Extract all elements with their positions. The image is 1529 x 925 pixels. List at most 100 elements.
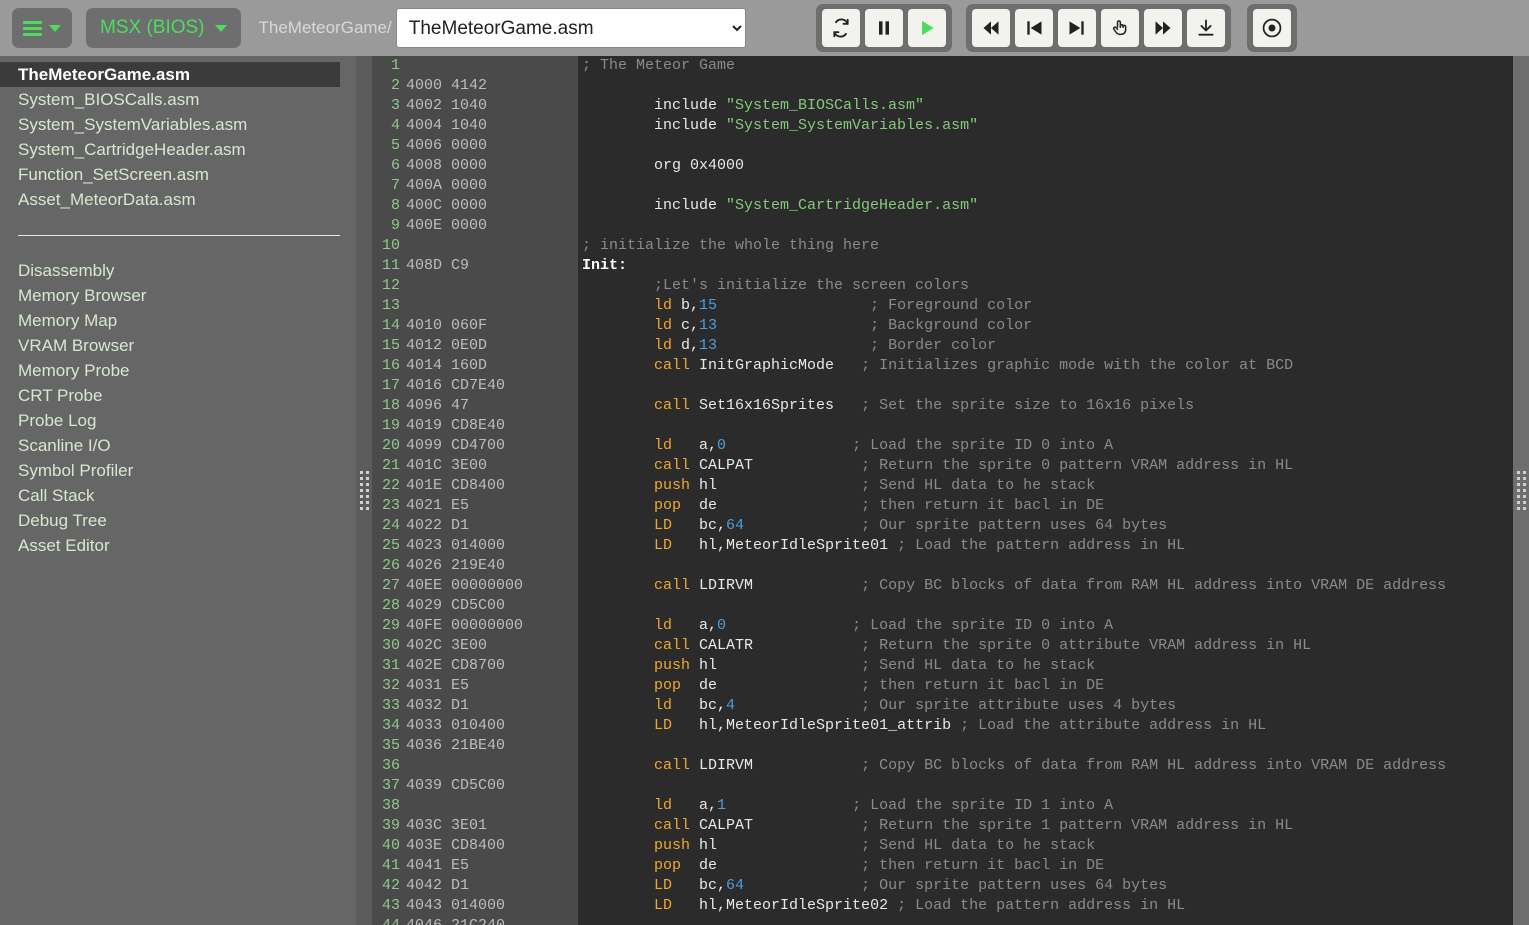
- code-token: "System_SystemVariables.asm": [726, 117, 979, 134]
- line-number: 36: [381, 757, 400, 774]
- code-line[interactable]: call LDIRVM ; Copy BC blocks of data fro…: [578, 576, 1513, 596]
- code-line[interactable]: [578, 176, 1513, 196]
- pause-button[interactable]: [864, 9, 903, 47]
- code-line[interactable]: [578, 416, 1513, 436]
- splitter-left[interactable]: [356, 56, 372, 925]
- code-token: ; Load the sprite ID 0 into A: [726, 617, 1114, 634]
- line-number: 31: [381, 657, 400, 674]
- fast-forward-button[interactable]: [1143, 9, 1182, 47]
- code-line[interactable]: push hl ; Send HL data to he stack: [578, 656, 1513, 676]
- code-line[interactable]: pop de ; then return it bacl in DE: [578, 856, 1513, 876]
- step-forward-button[interactable]: [1057, 9, 1096, 47]
- record-button[interactable]: [1252, 9, 1291, 47]
- code-line[interactable]: ld c,13 ; Background color: [578, 316, 1513, 336]
- code-line[interactable]: org 0x4000: [578, 156, 1513, 176]
- sidebar-tool-item[interactable]: Memory Map: [0, 308, 356, 333]
- reset-button[interactable]: [821, 9, 860, 47]
- line-number: 40: [381, 837, 400, 854]
- machine-code-address: 4039 CD5C00: [406, 777, 506, 794]
- sidebar-tool-item[interactable]: Disassembly: [0, 258, 356, 283]
- sidebar-tool-item[interactable]: Scanline I/O: [0, 433, 356, 458]
- code-line[interactable]: ;Let's initialize the screen colors: [578, 276, 1513, 296]
- code-line[interactable]: [578, 596, 1513, 616]
- sidebar-tool-item[interactable]: Memory Browser: [0, 283, 356, 308]
- sidebar-file-item[interactable]: System_SystemVariables.asm: [0, 112, 356, 137]
- line-number: 41: [381, 857, 400, 874]
- code-line[interactable]: [578, 776, 1513, 796]
- sidebar-tool-item[interactable]: Memory Probe: [0, 358, 356, 383]
- line-number: 14: [381, 317, 400, 334]
- sidebar-divider: [18, 235, 340, 236]
- code-line[interactable]: call CALATR ; Return the sprite 0 attrib…: [578, 636, 1513, 656]
- code-line[interactable]: push hl ; Send HL data to he stack: [578, 836, 1513, 856]
- code-line[interactable]: call Set16x16Sprites ; Set the sprite si…: [578, 396, 1513, 416]
- code-line[interactable]: include "System_SystemVariables.asm": [578, 116, 1513, 136]
- code-line[interactable]: ld a,0 ; Load the sprite ID 0 into A: [578, 436, 1513, 456]
- code-line[interactable]: Init:: [578, 256, 1513, 276]
- code-line[interactable]: ld a,1 ; Load the sprite ID 1 into A: [578, 796, 1513, 816]
- code-line[interactable]: call InitGraphicMode ; Initializes graph…: [578, 356, 1513, 376]
- line-number: 3: [390, 97, 400, 114]
- code-line[interactable]: LD hl,MeteorIdleSprite01_attrib ; Load t…: [578, 716, 1513, 736]
- code-token: ; Load the sprite ID 1 into A: [726, 797, 1114, 814]
- code-line[interactable]: ; initialize the whole thing here: [578, 236, 1513, 256]
- code-token: call: [654, 817, 691, 834]
- code-line[interactable]: LD bc,64 ; Our sprite pattern uses 64 by…: [578, 876, 1513, 896]
- code-line[interactable]: include "System_CartridgeHeader.asm": [578, 196, 1513, 216]
- code-line[interactable]: LD bc,64 ; Our sprite pattern uses 64 by…: [578, 516, 1513, 536]
- machine-code-address: 400C 0000: [406, 197, 488, 214]
- sidebar-tool-item[interactable]: Asset Editor: [0, 533, 356, 558]
- machine-selector-button[interactable]: MSX (BIOS): [86, 8, 241, 48]
- code-line[interactable]: [578, 76, 1513, 96]
- editor-gutter[interactable]: 1 2 4000 4142 3 4002 1040 4 4004 1040 5 4006 000…: [372, 56, 578, 925]
- code-line[interactable]: [578, 556, 1513, 576]
- sidebar-tool-item[interactable]: Probe Log: [0, 408, 356, 433]
- code-line[interactable]: [578, 136, 1513, 156]
- code-line[interactable]: push hl ; Send HL data to he stack: [578, 476, 1513, 496]
- code-editor[interactable]: ; The Meteor Game include "System_BIOSCa…: [578, 56, 1513, 925]
- code-line[interactable]: pop de ; then return it bacl in DE: [578, 676, 1513, 696]
- machine-code-address: 40FE 00000000: [406, 617, 524, 634]
- sidebar-tool-item[interactable]: Call Stack: [0, 483, 356, 508]
- code-line[interactable]: ld a,0 ; Load the sprite ID 0 into A: [578, 616, 1513, 636]
- rewind-button[interactable]: [971, 9, 1010, 47]
- main-menu-button[interactable]: [12, 8, 72, 48]
- code-line[interactable]: call CALPAT ; Return the sprite 1 patter…: [578, 816, 1513, 836]
- sidebar-file-item[interactable]: System_CartridgeHeader.asm: [0, 137, 356, 162]
- splitter-right[interactable]: [1513, 56, 1529, 925]
- sidebar-tool-item[interactable]: CRT Probe: [0, 383, 356, 408]
- code-line[interactable]: LD hl,MeteorIdleSprite02 ; Load the patt…: [578, 896, 1513, 916]
- code-token: bc,: [672, 517, 727, 534]
- download-button[interactable]: [1186, 9, 1225, 47]
- sidebar-file-item[interactable]: System_BIOSCalls.asm: [0, 87, 356, 112]
- sidebar-file-item[interactable]: TheMeteorGame.asm: [0, 62, 340, 87]
- machine-code-address: 4012 0E0D: [406, 337, 488, 354]
- code-line[interactable]: LD hl,MeteorIdleSprite01 ; Load the patt…: [578, 536, 1513, 556]
- code-line[interactable]: ld bc,4 ; Our sprite attribute uses 4 by…: [578, 696, 1513, 716]
- code-line[interactable]: ld d,13 ; Border color: [578, 336, 1513, 356]
- file-select[interactable]: TheMeteorGame.asm: [395, 8, 746, 48]
- code-line[interactable]: pop de ; then return it bacl in DE: [578, 496, 1513, 516]
- sidebar-tool-item[interactable]: Debug Tree: [0, 508, 356, 533]
- run-button[interactable]: [907, 9, 946, 47]
- line-number: 11: [381, 257, 400, 274]
- code-line[interactable]: call CALPAT ; Return the sprite 0 patter…: [578, 456, 1513, 476]
- code-line[interactable]: [578, 376, 1513, 396]
- step-over-button[interactable]: [1100, 9, 1139, 47]
- sidebar-tool-item[interactable]: VRAM Browser: [0, 333, 356, 358]
- code-line[interactable]: [578, 736, 1513, 756]
- sidebar-file-item[interactable]: Asset_MeteorData.asm: [0, 187, 356, 212]
- code-line[interactable]: ld b,15 ; Foreground color: [578, 296, 1513, 316]
- step-back-button[interactable]: [1014, 9, 1053, 47]
- sidebar-tool-item[interactable]: Symbol Profiler: [0, 458, 356, 483]
- code-line[interactable]: include "System_BIOSCalls.asm": [578, 96, 1513, 116]
- sidebar-file-item[interactable]: Function_SetScreen.asm: [0, 162, 356, 187]
- code-line[interactable]: ; The Meteor Game: [578, 56, 1513, 76]
- machine-code-address: 401E CD8400: [406, 477, 506, 494]
- code-token: 64: [726, 877, 745, 894]
- code-line[interactable]: [578, 216, 1513, 236]
- code-line[interactable]: call LDIRVM ; Copy BC blocks of data fro…: [578, 756, 1513, 776]
